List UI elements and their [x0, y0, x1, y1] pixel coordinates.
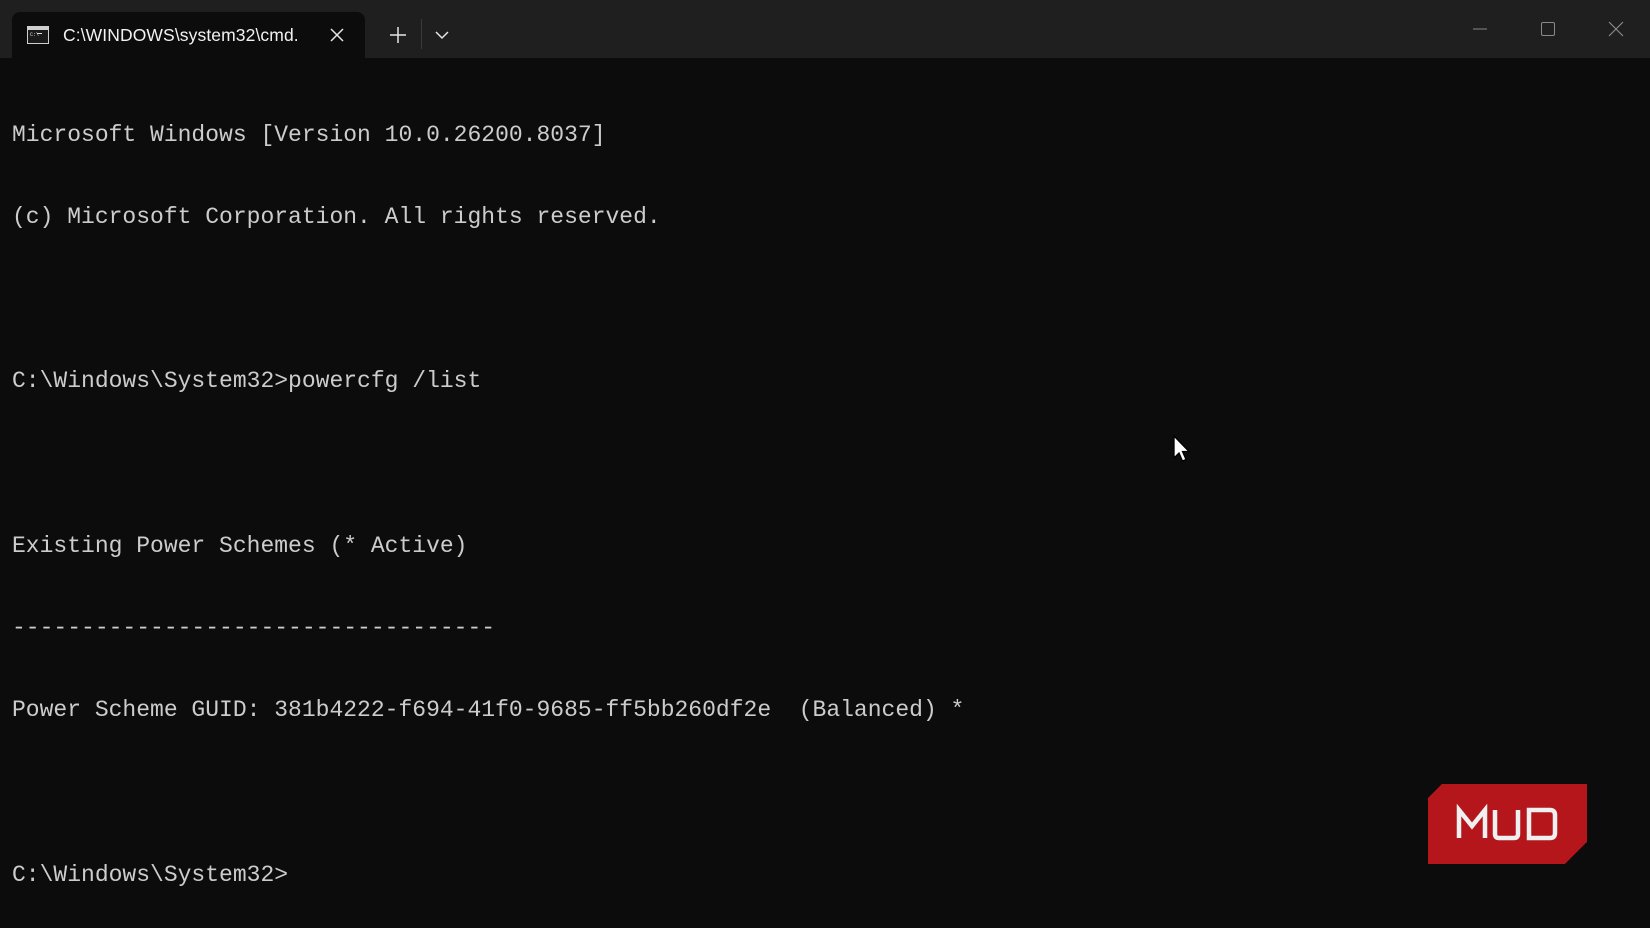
- terminal-line: Power Scheme GUID: 381b4222-f694-41f0-96…: [12, 697, 965, 724]
- tab-title: C:\WINDOWS\system32\cmd.: [63, 25, 299, 45]
- maximize-icon[interactable]: [1531, 14, 1565, 44]
- tab-cmd[interactable]: C:\ C:\WINDOWS\system32\cmd.: [12, 12, 365, 58]
- muo-logo: [1428, 784, 1587, 864]
- terminal-line: Existing Power Schemes (* Active): [12, 532, 468, 559]
- chevron-down-icon[interactable]: [429, 24, 455, 46]
- terminal-line: -----------------------------------: [12, 615, 496, 642]
- plus-icon[interactable]: [385, 22, 411, 48]
- close-icon[interactable]: [1599, 14, 1633, 44]
- title-bar[interactable]: C:\ C:\WINDOWS\system32\cmd.: [0, 0, 1650, 58]
- terminal-window: C:\ C:\WINDOWS\system32\cmd. Microsoft W…: [0, 0, 1650, 928]
- terminal-prompt: C:\Windows\System32>: [12, 861, 289, 888]
- terminal-line: C:\Windows\System32>powercfg /list: [12, 368, 482, 395]
- terminal-output[interactable]: Microsoft Windows [Version 10.0.26200.80…: [12, 67, 1632, 907]
- svg-text:C:\: C:\: [30, 32, 39, 38]
- tab-divider: [421, 19, 422, 49]
- close-icon[interactable]: [327, 25, 347, 45]
- minimize-icon[interactable]: [1463, 14, 1497, 44]
- mouse-pointer-icon: [1172, 434, 1194, 464]
- terminal-line: (c) Microsoft Corporation. All rights re…: [12, 204, 661, 231]
- cmd-terminal-icon: C:\: [27, 26, 49, 44]
- terminal-line: Microsoft Windows [Version 10.0.26200.80…: [12, 121, 606, 148]
